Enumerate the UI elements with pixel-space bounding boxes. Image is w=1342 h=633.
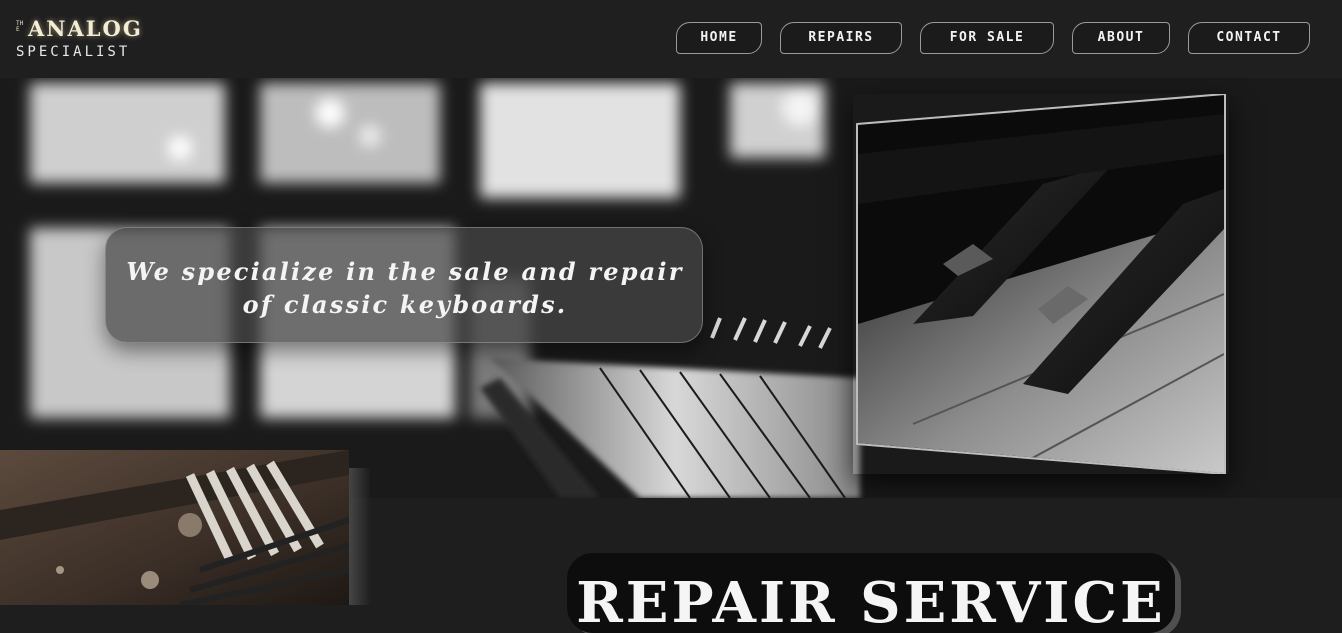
photo-shadow bbox=[349, 468, 371, 605]
site-header: THE ANALOG SPECIALIST HOME REPAIRS FOR S… bbox=[0, 0, 1342, 78]
repair-service-heading: REPAIR SERVICE bbox=[576, 570, 1166, 633]
restoration-photo bbox=[0, 450, 349, 605]
nav-contact[interactable]: CONTACT bbox=[1188, 22, 1310, 54]
repair-service-banner: REPAIR SERVICE bbox=[567, 553, 1175, 633]
hero-section: We specialize in the sale and repair of … bbox=[0, 78, 1342, 498]
main-nav: HOME REPAIRS FOR SALE ABOUT CONTACT bbox=[0, 22, 1342, 56]
nav-about[interactable]: ABOUT bbox=[1072, 22, 1170, 54]
nav-home[interactable]: HOME bbox=[676, 22, 762, 54]
hero-caption: We specialize in the sale and repair of … bbox=[126, 257, 684, 319]
nav-for-sale[interactable]: FOR SALE bbox=[920, 22, 1054, 54]
hero-caption-box: We specialize in the sale and repair of … bbox=[105, 227, 703, 343]
nav-repairs[interactable]: REPAIRS bbox=[780, 22, 902, 54]
piano-keys-closeup-image bbox=[853, 94, 1229, 474]
